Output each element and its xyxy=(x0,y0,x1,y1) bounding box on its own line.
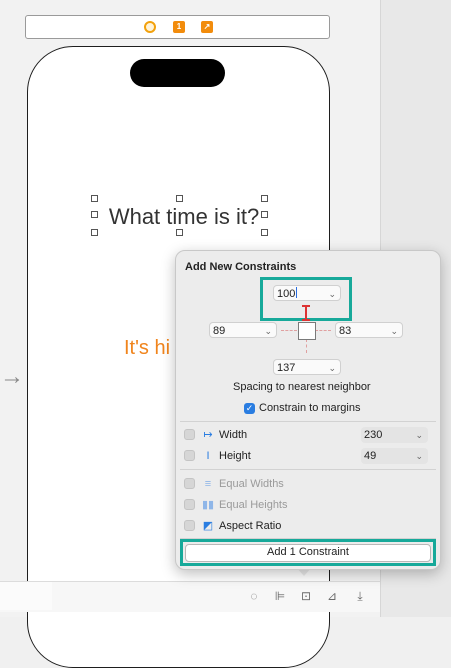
equal-heights-checkbox xyxy=(184,499,195,510)
equal-heights-label: Equal Heights xyxy=(219,499,288,511)
result-label[interactable]: It's hi xyxy=(124,337,170,360)
add-constraints-popover: Add New Constraints 100 ⌄ 89 ⌄ 83 ⌄ 137 … xyxy=(175,250,441,570)
equal-heights-icon: ▮▮ xyxy=(201,499,215,511)
embed-in-icon[interactable]: ⤓ xyxy=(351,587,369,605)
top-strut-active[interactable] xyxy=(302,305,310,321)
height-label: Height xyxy=(219,450,251,462)
aspect-ratio-label: Aspect Ratio xyxy=(219,520,282,532)
height-value: 49 xyxy=(364,450,377,462)
scene-dock: 1 ↗ xyxy=(25,15,330,39)
chevron-down-icon[interactable]: ⌄ xyxy=(390,323,398,339)
divider xyxy=(180,469,436,470)
width-icon: ↦ xyxy=(203,429,213,441)
left-strut[interactable] xyxy=(281,330,297,331)
selection-handle[interactable] xyxy=(91,195,98,202)
bottom-spacing-value: 137 xyxy=(277,362,296,374)
title-label[interactable]: What time is it? xyxy=(103,201,265,233)
view-controller-icon[interactable] xyxy=(144,21,156,33)
update-frames-icon[interactable]: ◌ xyxy=(245,587,263,605)
left-spacing-field[interactable]: 89 ⌄ xyxy=(209,322,277,338)
exit-icon[interactable]: ↗ xyxy=(201,21,213,33)
chevron-down-icon[interactable]: ⌄ xyxy=(264,323,272,339)
entry-point-arrow-icon: → xyxy=(0,363,24,390)
popover-title: Add New Constraints xyxy=(185,261,297,273)
constrain-to-margins-label[interactable]: Constrain to margins xyxy=(259,402,361,414)
constrain-to-margins-checkbox[interactable]: ✓ xyxy=(244,403,255,414)
width-value-field[interactable]: 230 ⌄ xyxy=(361,427,428,443)
right-spacing-value: 83 xyxy=(339,325,352,337)
selection-handle[interactable] xyxy=(261,211,268,218)
right-spacing-field[interactable]: 83 ⌄ xyxy=(335,322,403,338)
divider xyxy=(180,421,436,422)
selection-handle[interactable] xyxy=(91,211,98,218)
align-icon[interactable]: ⊫ xyxy=(271,587,289,605)
left-spacing-value: 89 xyxy=(213,325,226,337)
height-icon: I xyxy=(206,450,210,462)
selection-handle[interactable] xyxy=(176,195,183,202)
spacing-caption: Spacing to nearest neighbor xyxy=(233,381,371,393)
resolve-issues-icon[interactable]: ⊿ xyxy=(323,587,341,605)
dynamic-island xyxy=(130,59,225,87)
bottom-bar-field xyxy=(0,582,52,610)
aspect-ratio-icon: ◩ xyxy=(202,520,214,532)
height-checkbox[interactable] xyxy=(184,450,195,461)
chevron-down-icon[interactable]: ⌄ xyxy=(415,448,423,464)
selection-handle[interactable] xyxy=(261,195,268,202)
add-button-highlight xyxy=(180,539,436,566)
right-strut[interactable] xyxy=(315,330,331,331)
equal-widths-label: Equal Widths xyxy=(219,478,284,490)
equal-widths-icon: ≡ xyxy=(204,478,212,490)
equal-widths-checkbox xyxy=(184,478,195,489)
selection-handle[interactable] xyxy=(176,229,183,236)
aspect-ratio-checkbox[interactable] xyxy=(184,520,195,531)
width-checkbox[interactable] xyxy=(184,429,195,440)
width-value: 230 xyxy=(364,429,383,441)
add-constraints-icon[interactable]: ⊡ xyxy=(297,587,315,605)
first-responder-icon[interactable]: 1 xyxy=(173,21,185,33)
selection-handle[interactable] xyxy=(261,229,268,236)
bottom-strut[interactable] xyxy=(306,339,307,353)
chevron-down-icon[interactable]: ⌄ xyxy=(415,427,423,443)
width-label: Width xyxy=(219,429,248,441)
bottom-spacing-field[interactable]: 137 ⌄ xyxy=(273,359,341,375)
chevron-down-icon[interactable]: ⌄ xyxy=(328,360,336,376)
height-value-field[interactable]: 49 ⌄ xyxy=(361,448,428,464)
constraint-diagram-view xyxy=(298,322,316,340)
selection-handle[interactable] xyxy=(91,229,98,236)
